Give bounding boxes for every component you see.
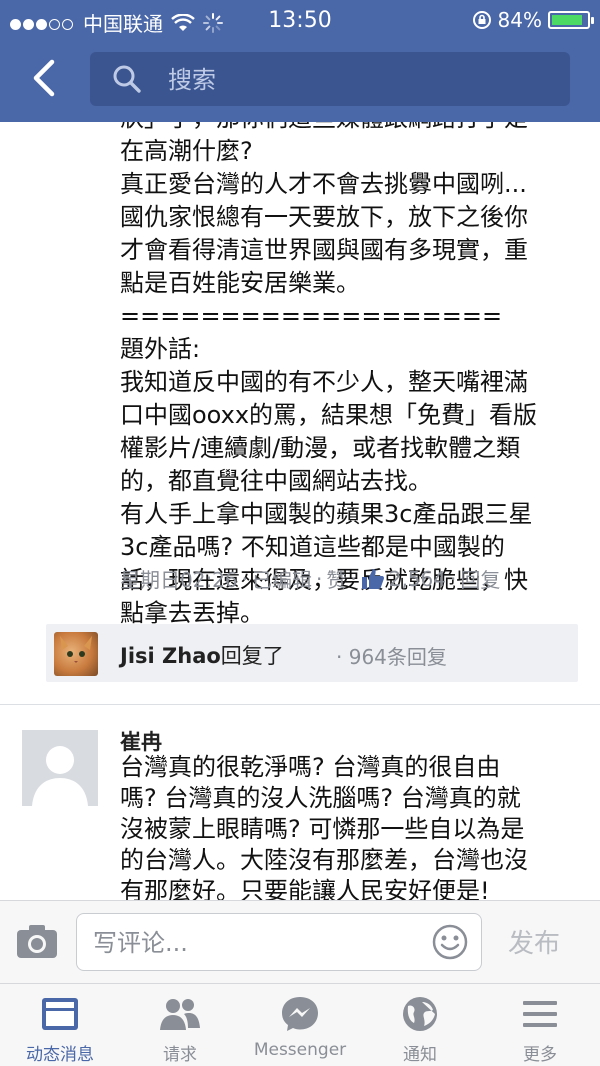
menu-icon [523,1001,557,1027]
avatar[interactable] [22,730,98,806]
edited-link[interactable]: 已编辑 [252,564,312,593]
messenger-icon [282,997,318,1031]
replies-summary[interactable]: Jisi Zhao回复了 · 964条回复 [46,624,578,682]
default-avatar-icon [22,730,98,806]
meta-separator: · [350,566,357,591]
news-feed-icon [42,998,78,1030]
battery-percent: 84% [497,8,542,32]
reply-button[interactable]: 回复 [460,564,500,593]
cat-avatar-image [60,636,92,663]
reply-summary-label: Jisi Zhao回复了 [120,640,284,670]
tab-news-feed[interactable]: 动态消息 [0,984,120,1066]
like-count[interactable]: 2,564 [389,567,446,591]
sticker-smiley-icon[interactable] [431,923,469,961]
tab-bar: 动态消息 请求 Messenger 通知 更多 [0,983,600,1066]
camera-icon[interactable] [16,923,58,959]
rotation-lock-icon [472,11,491,29]
comment-field-wrapper[interactable] [76,913,482,971]
comment-composer: 发布 [0,900,600,983]
tab-label: 通知 [403,1045,437,1065]
status-right: 84% [472,8,594,32]
back-arrow-icon[interactable] [26,58,66,98]
status-bar: 中国联通 13:50 84% [0,0,600,40]
comment-thread[interactable]: 狀」了，那你們這些媒體跟網路打手是 在高潮什麼? 真正愛台灣的人才不會去挑釁中國… [0,122,600,900]
tab-label: Messenger [253,1040,347,1060]
like-button[interactable]: 赞 [326,564,346,593]
tab-messenger[interactable]: Messenger [240,984,360,1066]
friend-requests-icon [160,999,200,1030]
comment-input[interactable] [91,924,415,962]
meta-separator: · [449,566,457,591]
tab-label: 动态消息 [26,1045,94,1065]
nav-bar [0,40,600,122]
reply-author[interactable]: Jisi Zhao [120,644,221,668]
comment-meta: 星期日02:26 · 已编辑 · 赞 · 2,564 · 回复 [120,564,500,593]
search-icon [113,65,141,93]
comment-time: 星期日02:26 [120,568,238,592]
globe-notifications-icon [403,997,437,1031]
thumbs-up-icon [361,568,384,589]
battery-icon [548,11,594,29]
divider [0,704,600,705]
reply-action: 回复了 [220,644,284,668]
publish-button[interactable]: 发布 [508,923,560,960]
tab-notifications[interactable]: 通知 [360,984,480,1066]
meta-separator: · [241,566,248,591]
tab-more[interactable]: 更多 [480,984,600,1066]
search-input[interactable] [166,60,550,100]
comment-body: 狀」了，那你們這些媒體跟網路打手是 在高潮什麼? 真正愛台灣的人才不會去挑釁中國… [120,122,538,627]
meta-separator: · [316,566,323,591]
comment-body: 台灣真的很乾淨嗎? 台灣真的很自由 嗎? 台灣真的沒人洗腦嗎? 台灣真的就 沒被… [120,753,528,900]
search-bar[interactable] [90,52,570,106]
reply-count[interactable]: · 964条回复 [336,641,447,670]
avatar[interactable] [54,632,98,676]
tab-label: 更多 [523,1045,557,1065]
tab-requests[interactable]: 请求 [120,984,240,1066]
tab-label: 请求 [163,1045,197,1065]
